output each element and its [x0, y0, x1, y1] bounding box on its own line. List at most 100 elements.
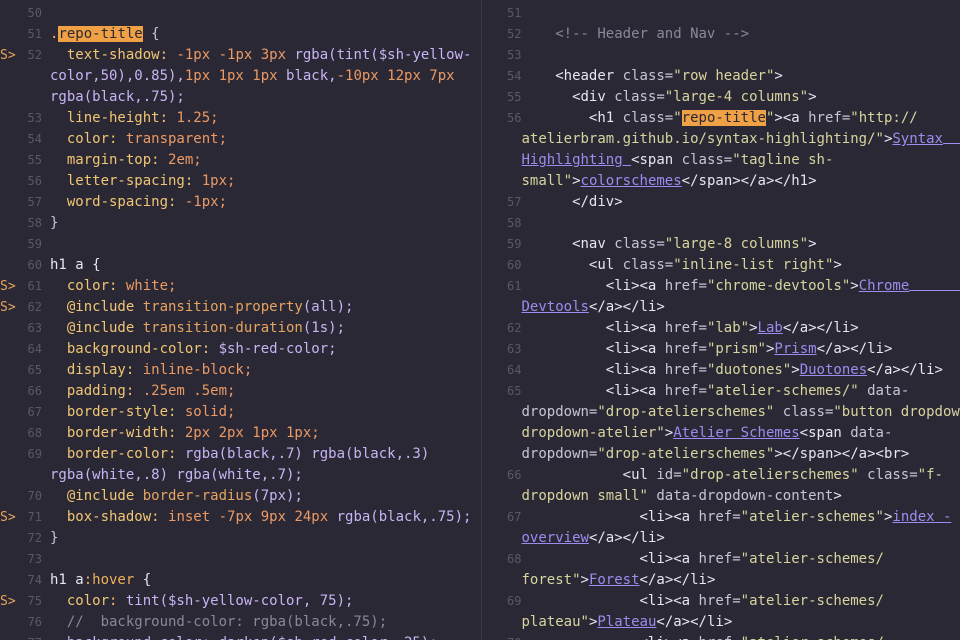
token: "atelier-schemes/" [706, 383, 868, 399]
line-number: 58 [27, 216, 42, 230]
code-line[interactable]: Highlighting <span class="tagline sh- [482, 150, 960, 171]
code-line[interactable]: 68 border-width: 2px 2px 1px 1px; [0, 423, 481, 444]
code-text: border-width: 2px 2px 1px 1px; [50, 423, 320, 444]
code-line[interactable]: dropdown="drop-atelierschemes" class="bu… [482, 402, 960, 423]
code-text: border-style: solid; [50, 402, 236, 423]
code-line[interactable]: 70 <li><a href="atelier-schemes/ [482, 633, 960, 640]
link-text: Forest [588, 572, 640, 588]
code-line[interactable]: S> 52 text-shadow: -1px -1px 3px rgba(tin… [0, 45, 481, 66]
code-line[interactable]: 61 <li><a href="chrome-devtools">Chrome [482, 276, 960, 297]
code-line[interactable]: 70 @include border-radius(7px); [0, 486, 481, 507]
code-line[interactable]: 76 // background-color: rgba(black,.75); [0, 612, 481, 633]
code-line[interactable]: 66 padding: .25em .5em; [0, 381, 481, 402]
code-line[interactable]: rgba(black,.75); [0, 87, 481, 108]
code-line[interactable]: 57 word-spacing: -1px; [0, 192, 481, 213]
code-line[interactable]: 77 background-color: darken($sh-red-colo… [0, 633, 481, 640]
code-line[interactable]: S> 61 color: white; [0, 276, 481, 297]
code-line[interactable]: 52 <!-- Header and Nav --> [482, 24, 960, 45]
code-line[interactable]: 67 border-style: solid; [0, 402, 481, 423]
code-line[interactable]: 58 [482, 213, 960, 234]
code-line[interactable]: dropdown small" data-dropdown-content> [482, 486, 960, 507]
line-number: 52 [507, 27, 522, 41]
code-line[interactable]: S> 71 box-shadow: inset -7px 9px 24px rgb… [0, 507, 481, 528]
token: rgba(black,.75); [50, 89, 185, 105]
code-line[interactable]: small">colorschemes</span></a></h1> [482, 171, 960, 192]
code-line[interactable]: 60 h1 a { [0, 255, 481, 276]
code-line[interactable]: 53 [482, 45, 960, 66]
code-line[interactable]: 68 <li><a href="atelier-schemes/ [482, 549, 960, 570]
token: forest" [521, 572, 581, 588]
token: <li><a [521, 551, 699, 567]
line-number: 63 [27, 321, 42, 335]
code-line[interactable]: 56 letter-spacing: 1px; [0, 171, 481, 192]
code-line[interactable]: rgba(white,.8) rgba(white,.7); [0, 465, 481, 486]
code-line[interactable]: 64 background-color: $sh-red-color; [0, 339, 481, 360]
code-text: dropdown="drop-atelierschemes"></span></… [522, 444, 910, 465]
code-line[interactable]: 65 display: inline-block; [0, 360, 481, 381]
link-text: Lab [757, 320, 783, 336]
code-line[interactable]: dropdown-atelier">Atelier Schemes<span d… [482, 423, 960, 444]
code-text: <div class="large-4 columns"> [522, 87, 816, 108]
code-line[interactable]: dropdown="drop-atelierschemes"></span></… [482, 444, 960, 465]
code-line[interactable]: 51 .repo-title { [0, 24, 481, 45]
code-line[interactable]: 72} [0, 528, 481, 549]
code-line[interactable]: 65 <li><a href="atelier-schemes/" data- [482, 381, 960, 402]
code-line[interactable]: 64 <li><a href="duotones">Duotones</a></… [482, 360, 960, 381]
code-line[interactable]: 73 [0, 549, 481, 570]
code-line[interactable]: 69 <li><a href="atelier-schemes/ [482, 591, 960, 612]
code-line[interactable]: 54 <header class="row header"> [482, 66, 960, 87]
code-line[interactable]: atelierbram.github.io/syntax-highlightin… [482, 129, 960, 150]
code-text: // background-color: rgba(black,.75); [50, 612, 387, 633]
code-line[interactable]: 50 [0, 3, 481, 24]
code-line[interactable]: S> 75 color: tint($sh-yellow-color, 75); [0, 591, 481, 612]
code-line[interactable]: color,50),0.85),1px 1px 1px black,-10px … [0, 66, 481, 87]
code-line[interactable]: 62 <li><a href="lab">Lab</a></li> [482, 318, 960, 339]
code-line[interactable]: 58} [0, 213, 481, 234]
code-line[interactable]: 56 <h1 class="repo-title"><a href="http:… [482, 108, 960, 129]
token: > [774, 68, 783, 84]
code-line[interactable]: 60 <ul class="inline-list right"> [482, 255, 960, 276]
code-line[interactable]: 51 [482, 3, 960, 24]
code-line[interactable]: 66 <ul id="drop-atelierschemes" class="f… [482, 465, 960, 486]
token: <!-- Header and Nav --> [521, 26, 750, 42]
code-line[interactable]: 54 color: transparent; [0, 129, 481, 150]
token: { [142, 26, 160, 42]
code-line[interactable]: 59 <nav class="large-8 columns"> [482, 234, 960, 255]
token: <li><a [522, 635, 699, 640]
code-line[interactable]: plateau">Plateau</a></li> [482, 612, 960, 633]
code-line[interactable]: 53 line-height: 1.25; [0, 108, 481, 129]
token: -1px -1px 3px [176, 47, 295, 63]
editor-pane-html[interactable]: 51 52 <!-- Header and Nav --> 53 54 <header… [480, 0, 960, 640]
link-text: Duotones [799, 362, 868, 378]
code-line[interactable]: S> 62 @include transition-property(all); [0, 297, 481, 318]
token: word-spacing: [50, 194, 185, 210]
token: href= [664, 383, 707, 399]
code-line[interactable]: 74 h1 a:hover { [0, 570, 481, 591]
code-line[interactable]: Devtools</a></li> [482, 297, 960, 318]
token: @include [50, 299, 143, 315]
code-line[interactable]: 59 [0, 234, 481, 255]
code-line[interactable]: 55 <div class="large-4 columns"> [482, 87, 960, 108]
code-text: small">colorschemes</span></a></h1> [522, 171, 817, 192]
line-number: 51 [27, 27, 42, 41]
code-line[interactable]: forest">Forest</a></li> [482, 570, 960, 591]
editor-pane-scss[interactable]: 50 51 .repo-title {S> 52 text-shadow: -1px … [0, 0, 481, 640]
token: > [791, 362, 800, 378]
token: "drop-atelierschemes" [597, 404, 783, 420]
code-text: border-color: rgba(black,.7) rgba(black,… [50, 444, 429, 465]
code-text: overview</a></li> [522, 528, 665, 549]
code-line[interactable]: 57 </div> [482, 192, 960, 213]
token: <li><a [521, 278, 665, 294]
code-line[interactable]: 55 margin-top: 2em; [0, 150, 481, 171]
code-text: color: white; [50, 276, 177, 297]
token: rgba(tint($sh-yellow- [294, 47, 472, 63]
code-line[interactable]: overview</a></li> [482, 528, 960, 549]
line-number: 67 [507, 510, 522, 524]
code-line[interactable]: 63 @include transition-duration(1s); [0, 318, 481, 339]
token: white; [125, 278, 177, 294]
code-line[interactable]: 63 <li><a href="prism">Prism</a></li> [482, 339, 960, 360]
code-line[interactable]: 69 border-color: rgba(black,.7) rgba(bla… [0, 444, 481, 465]
link-text: index - [892, 509, 952, 525]
line-number: 64 [507, 363, 522, 377]
code-line[interactable]: 67 <li><a href="atelier-schemes">index - [482, 507, 960, 528]
